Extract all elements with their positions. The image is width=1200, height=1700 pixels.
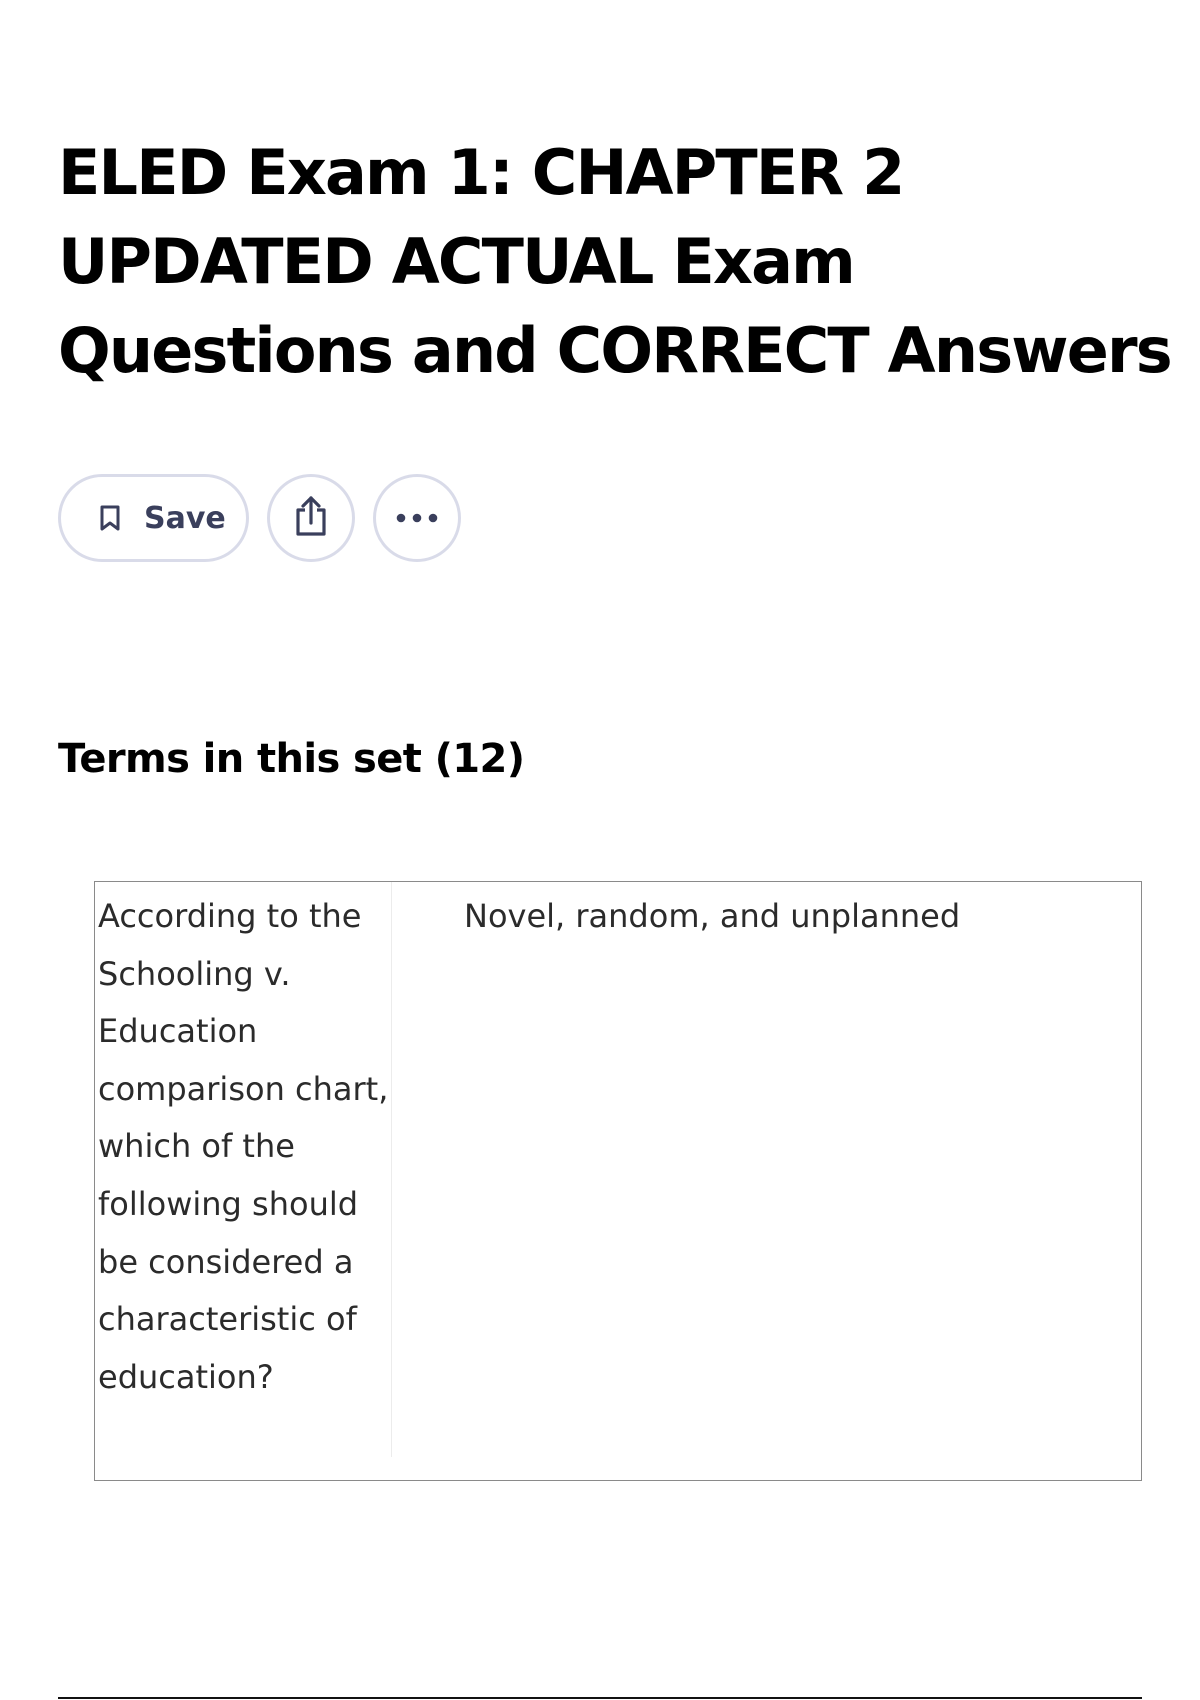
share-button[interactable] (267, 474, 355, 562)
definition-text: Novel, random, and unplanned (464, 897, 961, 935)
save-button[interactable]: Save (58, 474, 249, 562)
more-options-button[interactable] (373, 474, 461, 562)
bookmark-icon (99, 504, 121, 532)
divider (58, 1697, 1142, 1699)
term-text: According to the Schooling v. Education … (95, 882, 392, 1457)
more-horizontal-icon (395, 509, 439, 528)
page-title: ELED Exam 1: CHAPTER 2 UPDATED ACTUAL Ex… (58, 136, 1173, 387)
share-icon (293, 494, 329, 542)
terms-heading: Terms in this set (12) (58, 736, 525, 782)
term-card: According to the Schooling v. Education … (94, 881, 1142, 1481)
save-label: Save (144, 500, 226, 536)
action-bar: Save (58, 474, 461, 562)
